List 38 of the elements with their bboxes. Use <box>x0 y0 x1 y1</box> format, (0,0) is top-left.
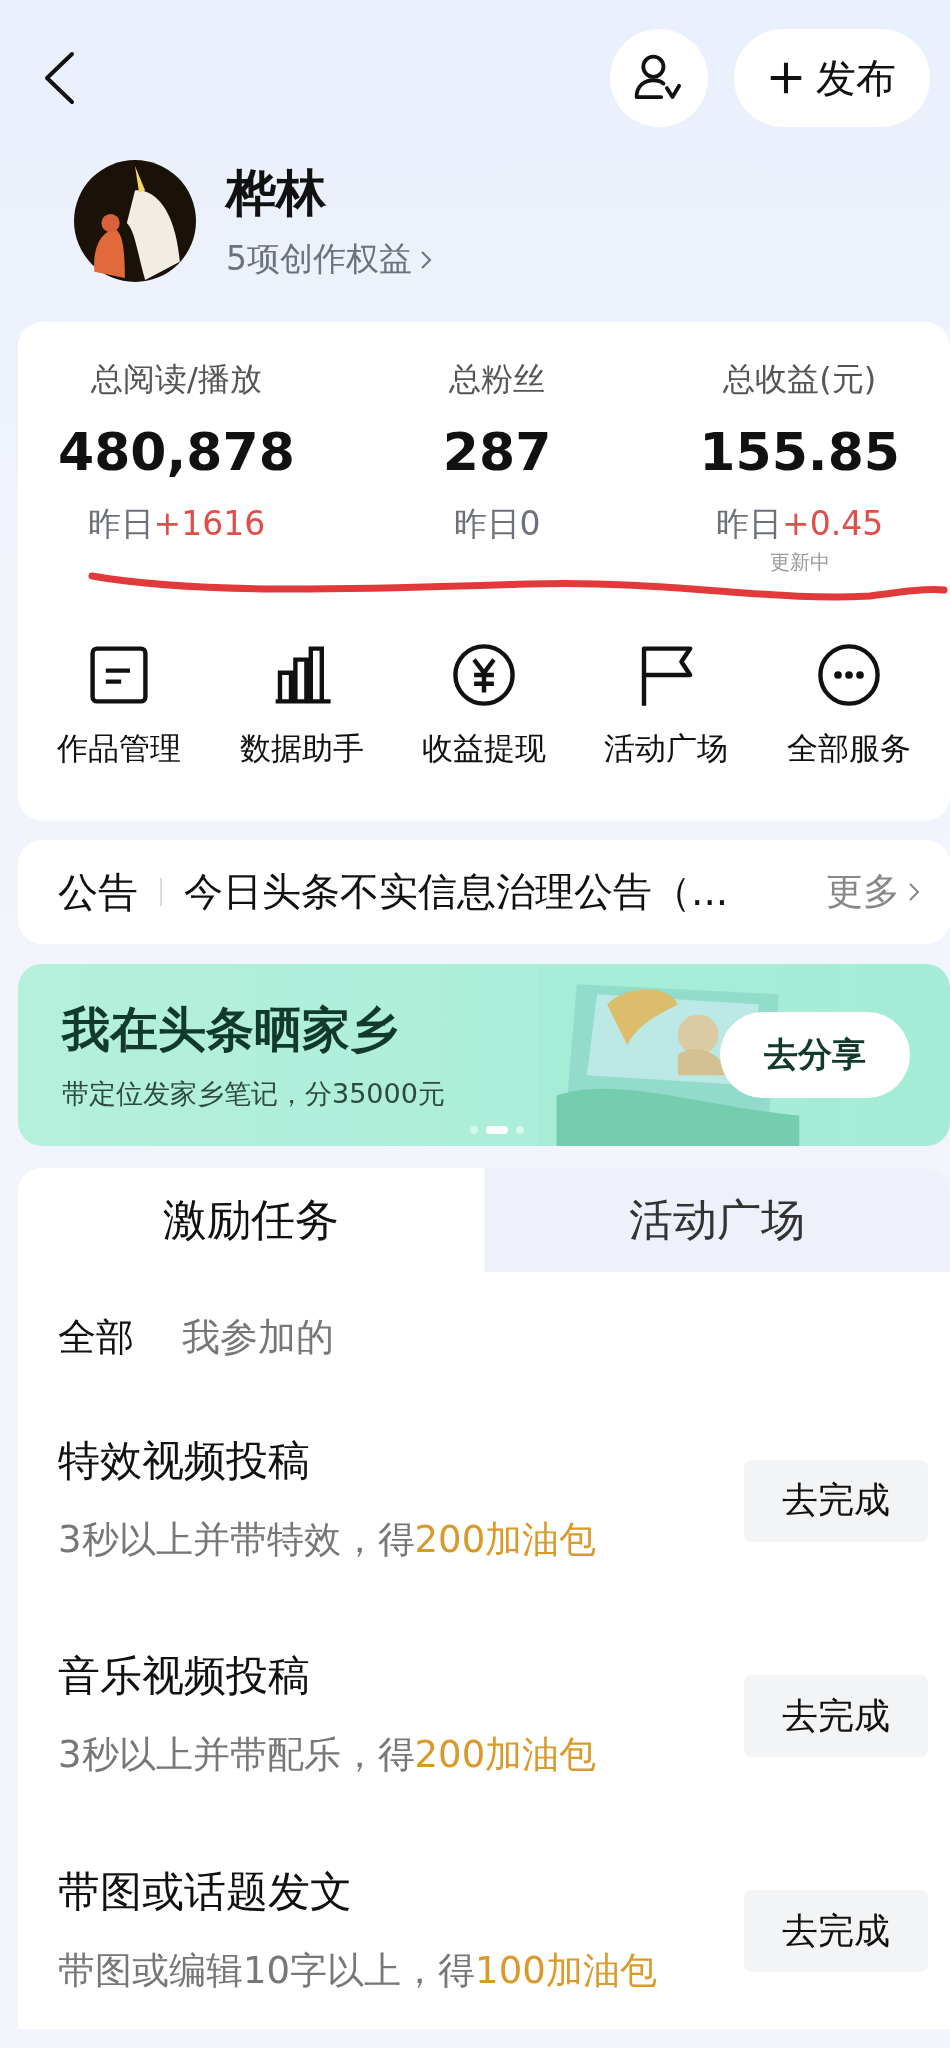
task-description: 3秒以上并带特效，得200加油包 <box>58 1517 598 1563</box>
task-description: 3秒以上并带配乐，得200加油包 <box>58 1732 598 1779</box>
stat-yesterday: 昨日+0.45 <box>716 503 884 545</box>
task-description: 带图或编辑10字以上，得100加油包 <box>58 1947 658 1994</box>
stat-value: 480,878 <box>58 422 295 482</box>
notice-bar[interactable]: 公告 今日头条不实信息治理公告（... 更多 <box>18 840 950 944</box>
promo-banner[interactable]: 我在头条晒家乡 带定位发家乡笔记，分35000元 去分享 <box>18 964 950 1146</box>
service-item[interactable]: 作品管理 <box>57 642 182 770</box>
complete-button[interactable]: 去完成 <box>744 1459 928 1542</box>
stat-yesterday: 昨日+1616 <box>87 503 266 545</box>
stat-label: 总阅读/播放 <box>91 359 262 400</box>
service-item[interactable]: 数据助手 <box>239 642 364 770</box>
stat-value: 155.85 <box>699 422 900 482</box>
stat-label: 总粉丝 <box>449 359 546 400</box>
more-link[interactable]: 更多 <box>826 867 920 917</box>
service-item[interactable]: 全部服务 <box>786 642 911 770</box>
banner-subtitle: 带定位发家乡笔记，分35000元 <box>62 1077 446 1111</box>
task-title: 带图或话题发文 <box>58 1865 353 1918</box>
tab[interactable]: 活动广场 <box>484 1168 950 1272</box>
service-item[interactable]: 收益提现 <box>421 642 546 770</box>
complete-button[interactable]: 去完成 <box>744 1890 928 1973</box>
notice-tag: 公告 <box>58 864 138 920</box>
update-status: 更新中 <box>769 549 830 576</box>
banner-title: 我在头条晒家乡 <box>62 1000 399 1059</box>
service-item[interactable]: 活动广场 <box>604 642 729 770</box>
publish-button[interactable]: 发布 <box>734 29 930 127</box>
stat-value: 287 <box>442 422 552 482</box>
task-title: 音乐视频投稿 <box>58 1650 311 1703</box>
filter-tab[interactable]: 全部 <box>58 1312 134 1363</box>
notice-text[interactable]: 今日头条不实信息治理公告（... <box>184 865 826 919</box>
user-name: 桦林 <box>226 163 327 224</box>
stat-label: 总收益(元) <box>723 359 877 400</box>
task-title: 特效视频投稿 <box>58 1435 311 1487</box>
filter-tab[interactable]: 我参加的 <box>182 1312 334 1363</box>
complete-button[interactable]: 去完成 <box>744 1675 928 1757</box>
stat-yesterday: 昨日0 <box>453 503 541 545</box>
benefits-link[interactable]: 5项创作权益 <box>226 237 432 282</box>
share-button[interactable]: 去分享 <box>720 1012 910 1098</box>
